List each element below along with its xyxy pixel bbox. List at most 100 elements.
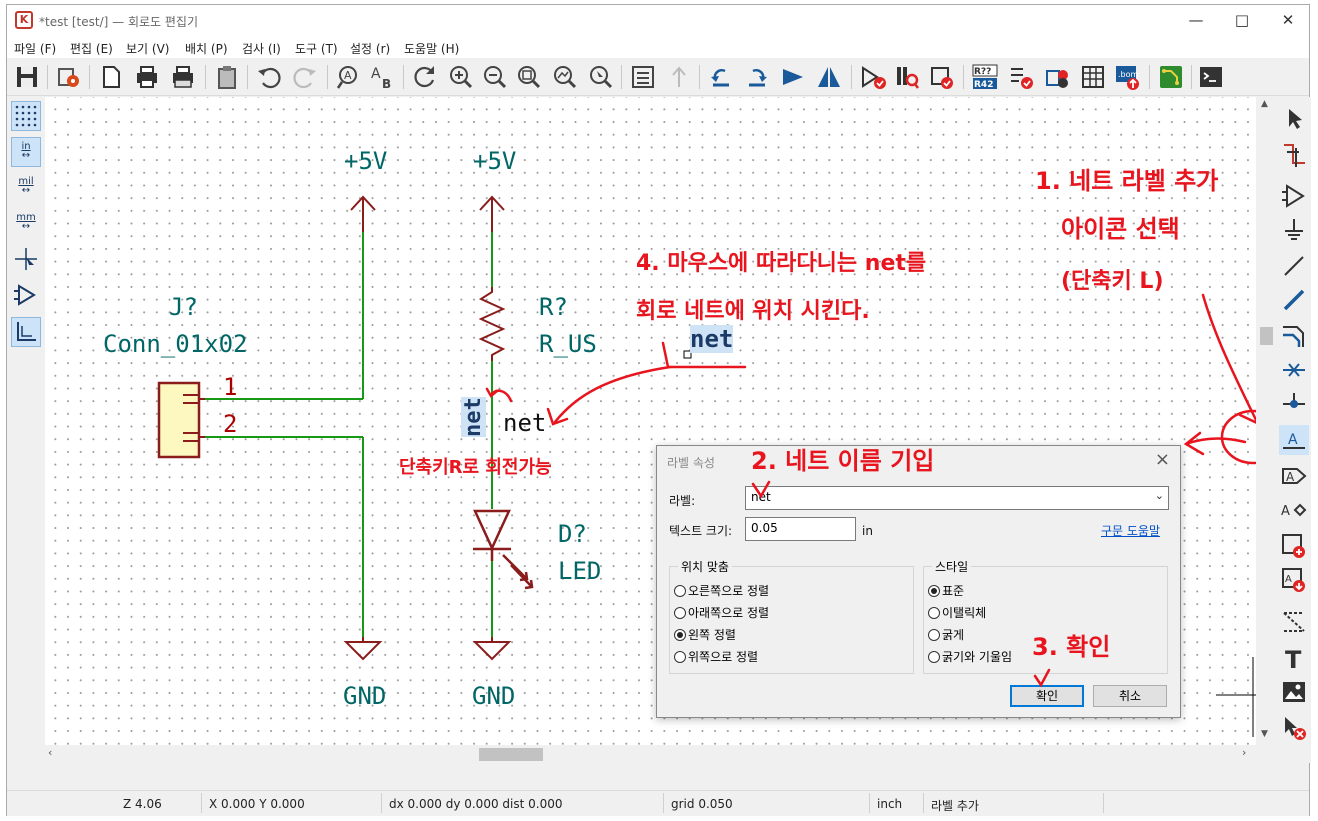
page-settings-icon[interactable] (97, 63, 125, 91)
radio-style-italic[interactable]: 이탤릭체 (928, 604, 986, 621)
net-label-rotated[interactable]: net (461, 397, 486, 437)
add-sheet-icon[interactable] (1279, 531, 1309, 561)
net-label-cursor[interactable]: net (690, 325, 734, 353)
mirror-horizontal-icon[interactable] (815, 63, 843, 91)
print-icon[interactable] (133, 63, 161, 91)
cancel-button[interactable]: 취소 (1093, 685, 1167, 707)
free-angle-wire-icon[interactable] (11, 317, 41, 347)
syntax-help-link[interactable]: 구문 도움말 (1101, 522, 1160, 539)
radio-style-bold[interactable]: 굵게 (928, 626, 964, 643)
plot-icon[interactable] (169, 63, 197, 91)
no-connect-icon[interactable] (1279, 355, 1309, 385)
edit-fields-icon[interactable] (1079, 63, 1107, 91)
paste-icon[interactable] (213, 63, 241, 91)
grid-icon[interactable] (11, 101, 41, 131)
import-sheet-pin-icon[interactable]: A (1279, 565, 1309, 595)
rotate-ccw-icon[interactable] (707, 63, 735, 91)
radio-style-bold-italic[interactable]: 굵기와 기울임 (928, 648, 1012, 665)
radio-style-normal[interactable]: 표준 (928, 582, 964, 599)
rotate-cw-icon[interactable] (743, 63, 771, 91)
delete-icon[interactable] (1279, 713, 1309, 743)
radio-justify-top[interactable]: 위쪽으로 정렬 (674, 648, 758, 665)
add-image-icon[interactable] (1279, 677, 1309, 707)
cursor-shape-icon[interactable] (11, 245, 41, 275)
zoom-in-icon[interactable] (447, 63, 475, 91)
add-wire-icon[interactable] (1279, 251, 1309, 281)
menu-place[interactable]: 배치 (P) (185, 40, 228, 57)
zoom-objects-icon[interactable] (551, 63, 579, 91)
bom-icon[interactable]: .bom (1113, 63, 1141, 91)
pcb-editor-icon[interactable] (1157, 63, 1185, 91)
select-icon[interactable] (1279, 103, 1309, 133)
highlight-net-icon[interactable] (1279, 139, 1309, 169)
menu-tools[interactable]: 도구 (T) (295, 40, 338, 57)
refresh-icon[interactable] (411, 63, 439, 91)
maximize-icon[interactable]: □ (1219, 5, 1265, 36)
justify-group: 위치 맞춤 오른쪽으로 정렬 아래쪽으로 정렬 왼쪽 정렬 위쪽으로 정렬 (669, 558, 914, 674)
add-net-label-icon[interactable]: A (1279, 425, 1309, 455)
add-text-icon[interactable]: T (1279, 643, 1309, 673)
units-inch-button[interactable]: in ↔ (11, 137, 41, 167)
wire-to-bus-entry-icon[interactable] (1279, 321, 1309, 351)
schematic-setup-icon[interactable] (55, 63, 83, 91)
connector-value: Conn_01x02 (103, 330, 248, 358)
assign-footprints-icon[interactable] (1043, 63, 1071, 91)
net-label-placed[interactable]: net (503, 409, 546, 437)
mirror-vertical-icon[interactable] (779, 63, 807, 91)
zoom-out-icon[interactable] (481, 63, 509, 91)
find-replace-icon[interactable]: AB (369, 63, 397, 91)
hidden-pins-icon[interactable] (11, 281, 41, 311)
vertical-scroll-thumb[interactable] (1260, 327, 1273, 345)
close-icon[interactable]: ✕ (1265, 5, 1311, 36)
radio-label: 오른쪽으로 정렬 (688, 584, 770, 598)
add-power-icon[interactable] (1279, 215, 1309, 245)
footprint-editor-icon[interactable] (927, 63, 955, 91)
vertical-scrollbar[interactable]: ▲ ▼ (1256, 97, 1277, 745)
status-grid: grid 0.050 (671, 797, 733, 811)
add-junction-icon[interactable] (1279, 389, 1309, 419)
radio-justify-right[interactable]: 오른쪽으로 정렬 (674, 582, 769, 599)
chevron-down-icon[interactable]: ⌄ (1155, 489, 1164, 502)
units-mm-button[interactable]: mm ↔ (11, 209, 41, 239)
text-size-field[interactable]: 0.05 (745, 517, 856, 541)
menu-edit[interactable]: 편집 (E) (70, 40, 113, 57)
menu-inspect[interactable]: 검사 (I) (242, 40, 281, 57)
undo-icon[interactable] (255, 63, 283, 91)
menu-view[interactable]: 보기 (V) (126, 40, 169, 57)
ok-button[interactable]: 확인 (1010, 685, 1084, 707)
add-dashed-line-icon[interactable] (1279, 607, 1309, 637)
app-icon: K (15, 11, 33, 29)
menu-help[interactable]: 도움말 (H) (404, 40, 459, 57)
save-icon[interactable] (13, 63, 41, 91)
find-icon[interactable]: A (335, 63, 363, 91)
status-tool: 라벨 추가 (931, 799, 979, 813)
radio-label: 위쪽으로 정렬 (688, 650, 759, 664)
horizontal-scrollbar[interactable]: ‹ › (45, 745, 1256, 763)
symbol-browser-icon[interactable] (893, 63, 921, 91)
annotate-icon[interactable]: R?? R42 (971, 63, 999, 91)
hierarchy-navigator-icon[interactable] (629, 63, 657, 91)
menu-preferences[interactable]: 설정 (r) (350, 40, 390, 57)
close-icon[interactable]: × (1155, 449, 1170, 470)
units-mil-button[interactable]: mil ↔ (11, 173, 41, 203)
annotation-step1-line3: (단축키 L) (1061, 269, 1164, 294)
redo-icon[interactable] (291, 63, 319, 91)
erc-icon[interactable] (1007, 63, 1035, 91)
radio-dot (928, 651, 940, 663)
zoom-fit-icon[interactable] (515, 63, 543, 91)
radio-justify-bottom[interactable]: 아래쪽으로 정렬 (674, 604, 769, 621)
horizontal-scroll-thumb[interactable] (479, 748, 543, 761)
add-global-label-icon[interactable]: A (1279, 461, 1309, 491)
radio-justify-left[interactable]: 왼쪽 정렬 (674, 626, 736, 643)
minimize-icon[interactable]: — (1173, 5, 1219, 36)
label-name-field[interactable]: net ⌄ (745, 486, 1169, 510)
menu-file[interactable]: 파일 (F) (14, 40, 56, 57)
scripting-console-icon[interactable] (1197, 63, 1225, 91)
add-symbol-icon[interactable] (1279, 181, 1309, 211)
svg-text:T: T (1285, 646, 1302, 673)
leave-sheet-icon[interactable] (665, 63, 693, 91)
symbol-editor-icon[interactable] (859, 63, 887, 91)
add-bus-icon[interactable] (1279, 285, 1309, 315)
add-hierarchical-label-icon[interactable]: A (1279, 495, 1309, 525)
zoom-tool-icon[interactable] (587, 63, 615, 91)
